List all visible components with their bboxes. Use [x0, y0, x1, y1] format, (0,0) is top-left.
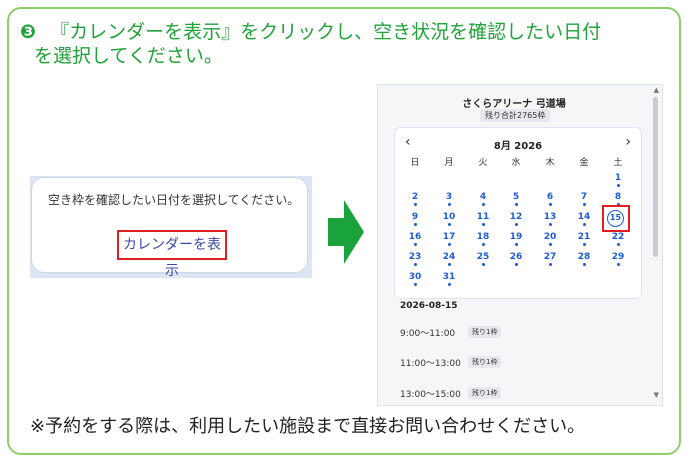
calendar-day[interactable]: 29 — [606, 252, 630, 266]
calendar-day[interactable]: 7 — [572, 192, 596, 206]
selected-date-label: 2026-08-15 — [400, 301, 458, 311]
weekday-tue: 火 — [478, 158, 488, 168]
step-text-line2: を選択してください。 — [34, 45, 223, 67]
calendar-day[interactable]: 9 — [403, 212, 427, 226]
calendar-day[interactable]: 13 — [538, 212, 562, 226]
slot-remaining-badge: 残り1枠 — [468, 326, 502, 338]
scrollbar-thumb[interactable] — [653, 97, 658, 257]
step-text-line1: 『カレンダーを表示』をクリックし、空き状況を確認したい日付 — [50, 21, 602, 43]
calendar-prompt-card: 空き枠を確認したい日付を選択してください。 カレンダーを表示 — [32, 178, 307, 279]
next-month-icon[interactable]: › — [625, 134, 631, 150]
calendar-day[interactable]: 11 — [471, 212, 495, 226]
calendar-panel-screenshot: さくらアリーナ 弓道場 残り合計2765枠 ‹ 8月 2026 › 日 月 火 … — [377, 84, 663, 406]
time-slot[interactable]: 13:00～15:00 — [400, 387, 461, 400]
time-slot[interactable]: 11:00～13:00 — [400, 356, 461, 369]
step-number: ❸ — [20, 21, 37, 43]
weekday-mon: 月 — [444, 158, 454, 168]
calendar-day[interactable]: 14 — [572, 212, 596, 226]
calendar-day[interactable]: 26 — [504, 252, 528, 266]
selected-day[interactable]: 15 — [607, 210, 624, 227]
remaining-total-badge: 残り合計2765枠 — [480, 109, 551, 122]
calendar-day[interactable]: 1 — [606, 173, 630, 187]
time-slot[interactable]: 9:00～11:00 — [400, 326, 455, 339]
calendar-day[interactable]: 5 — [504, 192, 528, 206]
calendar-day[interactable]: 10 — [437, 212, 461, 226]
calendar-day[interactable]: 2 — [403, 192, 427, 206]
slot-remaining-badge: 残り1枠 — [468, 387, 502, 399]
step-instruction: ❸ 『カレンダーを表示』をクリックし、空き状況を確認したい日付 を選択してください… — [20, 20, 670, 68]
calendar-day[interactable]: 21 — [572, 232, 596, 246]
calendar-day[interactable]: 4 — [471, 192, 495, 206]
calendar-prompt-screenshot: 空き枠を確認したい日付を選択してください。 カレンダーを表示 — [30, 176, 312, 279]
weekday-fri: 金 — [579, 158, 589, 168]
calendar-day[interactable]: 31 — [437, 272, 461, 286]
calendar-day[interactable]: 3 — [437, 192, 461, 206]
calendar-day[interactable]: 6 — [538, 192, 562, 206]
calendar-day[interactable]: 24 — [437, 252, 461, 266]
scroll-down-icon[interactable]: ▼ — [654, 391, 659, 399]
calendar-day[interactable]: 19 — [504, 232, 528, 246]
arrow-right-icon — [328, 200, 364, 264]
weekday-wed: 水 — [511, 158, 521, 168]
prompt-message: 空き枠を確認したい日付を選択してください。 — [48, 193, 300, 207]
show-calendar-button[interactable]: カレンダーを表示 — [117, 230, 227, 279]
calendar-day[interactable]: 25 — [471, 252, 495, 266]
venue-name: さくらアリーナ 弓道場 — [462, 99, 566, 110]
calendar-day[interactable]: 12 — [504, 212, 528, 226]
calendar-day[interactable]: 27 — [538, 252, 562, 266]
calendar-day[interactable]: 8 — [606, 192, 630, 206]
calendar-day[interactable]: 23 — [403, 252, 427, 266]
calendar-day[interactable]: 16 — [403, 232, 427, 246]
calendar-day[interactable]: 22 — [606, 232, 630, 246]
selected-day-highlight[interactable]: 15 — [602, 205, 630, 232]
calendar-day[interactable]: 30 — [403, 272, 427, 286]
slot-remaining-badge: 残り1枠 — [468, 356, 502, 368]
scroll-up-icon[interactable]: ▲ — [654, 86, 659, 94]
calendar-day[interactable]: 18 — [471, 232, 495, 246]
calendar-day[interactable]: 28 — [572, 252, 596, 266]
calendar-day[interactable]: 20 — [538, 232, 562, 246]
weekday-sun: 日 — [410, 158, 420, 168]
weekday-sat: 土 — [613, 158, 623, 168]
footnote: ※予約をする際は、利用したい施設まで直接お問い合わせください。 — [30, 416, 586, 437]
weekday-thu: 木 — [545, 158, 555, 168]
calendar-day[interactable]: 17 — [437, 232, 461, 246]
month-label: 8月 2026 — [493, 141, 543, 152]
